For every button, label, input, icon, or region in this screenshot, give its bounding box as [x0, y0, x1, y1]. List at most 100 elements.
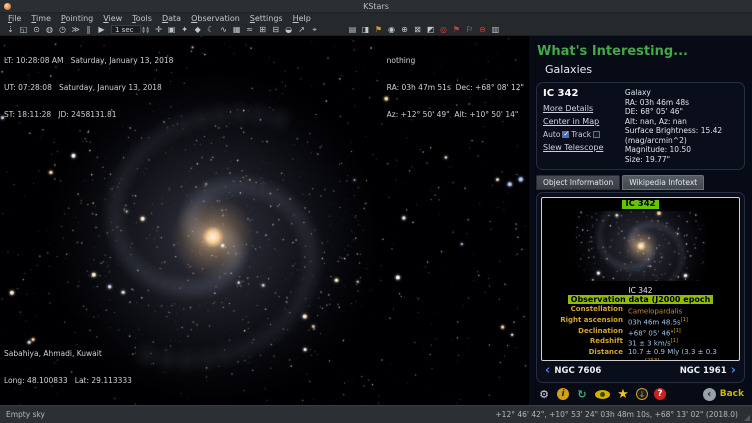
time-to-now-icon[interactable]: ≫ [69, 24, 82, 36]
next-object-button[interactable]: NGC 1961 [680, 366, 727, 376]
next-chevron-icon[interactable]: › [731, 364, 736, 377]
table-row: Distance 10.7 ± 0.9 Mly (3.3 ± 0.3 Mpc)[… [546, 348, 735, 361]
milky-way-icon[interactable]: ≈ [243, 24, 256, 36]
row-label: Right ascension [546, 316, 628, 327]
status-object: Empty sky [6, 410, 45, 419]
whats-interesting-panel: What's Interesting... Galaxies IC 342 Mo… [528, 36, 752, 405]
prev-chevron-icon[interactable]: ‹ [545, 364, 550, 377]
zenith-icon[interactable]: ✛ [152, 24, 165, 36]
object-detail-line: DE: 68° 05' 46" [625, 107, 738, 117]
category-label: Galaxies [545, 63, 752, 76]
app-logo-icon [4, 3, 11, 10]
prev-object-button[interactable]: NGC 7606 [554, 366, 601, 376]
row-value: 31 ± 3 km/s[1] [628, 337, 735, 348]
eye-icon[interactable] [595, 390, 610, 399]
visibility-icon[interactable]: ◉ [385, 24, 398, 36]
track-checkbox[interactable] [593, 131, 600, 138]
tab-object-information[interactable]: Object Information [536, 175, 620, 190]
resize-grip[interactable] [744, 415, 750, 421]
settings-icon[interactable]: ⚙ [537, 387, 551, 401]
download-icon[interactable]: ↓ [636, 388, 648, 400]
favorite-star-icon[interactable]: ★ [616, 387, 630, 401]
wiki-section-observation: Observation data (J2000 epoch [568, 295, 714, 304]
auto-label: Auto [543, 130, 560, 139]
reload-icon[interactable]: ↻ [575, 387, 589, 401]
menu-item[interactable]: View [98, 14, 127, 23]
time-info-overlay: LT: 10:28:08 AM Saturday, January 13, 20… [4, 38, 173, 137]
title-bar[interactable]: KStars [0, 0, 752, 13]
object-detail-line: Magnitude: 10.50 [625, 145, 738, 155]
constellation-boundaries-icon[interactable]: ▦ [230, 24, 243, 36]
menu-item[interactable]: Help [288, 14, 316, 23]
zoom-icon[interactable]: ⊙ [30, 24, 43, 36]
constellation-lines-icon[interactable]: ∿ [217, 24, 230, 36]
menu-item[interactable]: Tools [127, 14, 157, 23]
menu-item[interactable]: Settings [245, 14, 288, 23]
remove-item-icon[interactable]: ⊖ [476, 24, 489, 36]
deep-sky-toggle-icon[interactable]: ◆ [191, 24, 204, 36]
geographic-location-icon[interactable]: ◍ [43, 24, 56, 36]
row-value: +68° 05' 46"[1] [628, 327, 735, 338]
solar-system-toggle-icon[interactable]: ☾ [204, 24, 217, 36]
galaxy-thumbnail [575, 211, 707, 281]
download-data-icon[interactable]: ⇣ [4, 24, 17, 36]
stop-clock-icon[interactable]: ∥ [82, 24, 95, 36]
start-clock-icon[interactable]: ▶ [95, 24, 108, 36]
indi-status-icon[interactable]: ◎ [437, 24, 450, 36]
horizontal-grid-icon[interactable]: ⊟ [269, 24, 282, 36]
stars-toggle-icon[interactable]: ✦ [178, 24, 191, 36]
menu-item[interactable]: Observation [186, 14, 245, 23]
time-unit-spinner[interactable]: ▲▼ [146, 26, 149, 34]
kstars-window: KStars File Time Pointing View Tools Dat… [0, 0, 752, 423]
red-flag-icon[interactable]: ⚑ [450, 24, 463, 36]
location-info-overlay: Sabahiya, Ahmadi, Kuwait Long: 48.100833… [4, 331, 132, 403]
observing-list-icon[interactable]: ⚑ [372, 24, 385, 36]
hips-overlay-icon[interactable]: ▥ [489, 24, 502, 36]
tab-wikipedia-infotext[interactable]: Wikipedia Infotext [622, 175, 704, 190]
status-bar: Empty sky +12° 46' 42", +10° 53' 24" 03h… [0, 405, 752, 423]
object-detail-line: Alt: nan, Az: nan [625, 117, 738, 127]
menu-item[interactable]: Data [157, 14, 186, 23]
slew-telescope-link[interactable]: Slew Telescope [543, 143, 625, 152]
satellites-icon[interactable]: ↗ [295, 24, 308, 36]
track-label: Track [571, 130, 591, 139]
gray-flag-icon[interactable]: ⚐ [463, 24, 476, 36]
find-target-icon[interactable]: ⊕ [398, 24, 411, 36]
auto-checkbox[interactable] [562, 131, 569, 138]
object-detail-line: Size: 19.77" [625, 155, 738, 165]
back-button[interactable]: ‹ Back [703, 388, 744, 401]
equatorial-grid-icon[interactable]: ⊞ [256, 24, 269, 36]
telescope-control-icon[interactable]: ⌖ [308, 24, 321, 36]
time-step-spinner[interactable]: ▲▼ [142, 26, 145, 34]
sky-map[interactable]: LT: 10:28:08 AM Saturday, January 13, 20… [0, 36, 528, 405]
sky-color-icon[interactable]: ◩ [424, 24, 437, 36]
panel-title: What's Interesting... [537, 44, 752, 59]
panel-footer: ⚙ i ↻ ★ ↓ ? ‹ Back [529, 383, 752, 405]
table-row: Redshift 31 ± 3 km/s[1] [546, 337, 735, 348]
menu-item[interactable]: Time [26, 14, 56, 23]
fov-symbol-icon[interactable]: ▣ [165, 24, 178, 36]
menu-bar: File Time Pointing View Tools Data Obser… [0, 13, 752, 24]
time-step-input[interactable]: 1 sec [111, 25, 141, 34]
view-toolbars-icon[interactable]: ▤ [346, 24, 359, 36]
object-detail-line: Galaxy [625, 88, 738, 98]
help-icon[interactable]: ? [654, 388, 666, 400]
menu-item[interactable]: Pointing [56, 14, 98, 23]
wiki-title: IC 342 [622, 200, 658, 209]
more-details-link[interactable]: More Details [543, 104, 625, 113]
find-object-icon[interactable]: ◱ [17, 24, 30, 36]
whats-interesting-icon[interactable]: ◨ [359, 24, 372, 36]
row-label: Constellation [546, 305, 628, 316]
menu-item[interactable]: File [3, 14, 26, 23]
time-step-control: 1 sec ▲▼ ▲▼ [111, 25, 149, 34]
horizon-toggle-icon[interactable]: ◒ [282, 24, 295, 36]
table-row: Right ascension 03h 46m 48.5s[1] [546, 316, 735, 327]
row-label: Redshift [546, 337, 628, 348]
lock-position-icon[interactable]: ⊠ [411, 24, 424, 36]
focus-info-overlay: nothing RA: 03h 47m 51s Dec: +68° 08' 12… [387, 38, 524, 137]
center-in-map-link[interactable]: Center in Map [543, 117, 625, 126]
wikipedia-infotext[interactable]: IC 342 IC 342 Observation data (J2000 ep… [541, 197, 740, 361]
details-icon[interactable]: i [557, 388, 569, 400]
object-detail-line: Surface Brightness: 15.42 (mag/arcmin^2) [625, 126, 738, 145]
set-time-icon[interactable]: ◷ [56, 24, 69, 36]
